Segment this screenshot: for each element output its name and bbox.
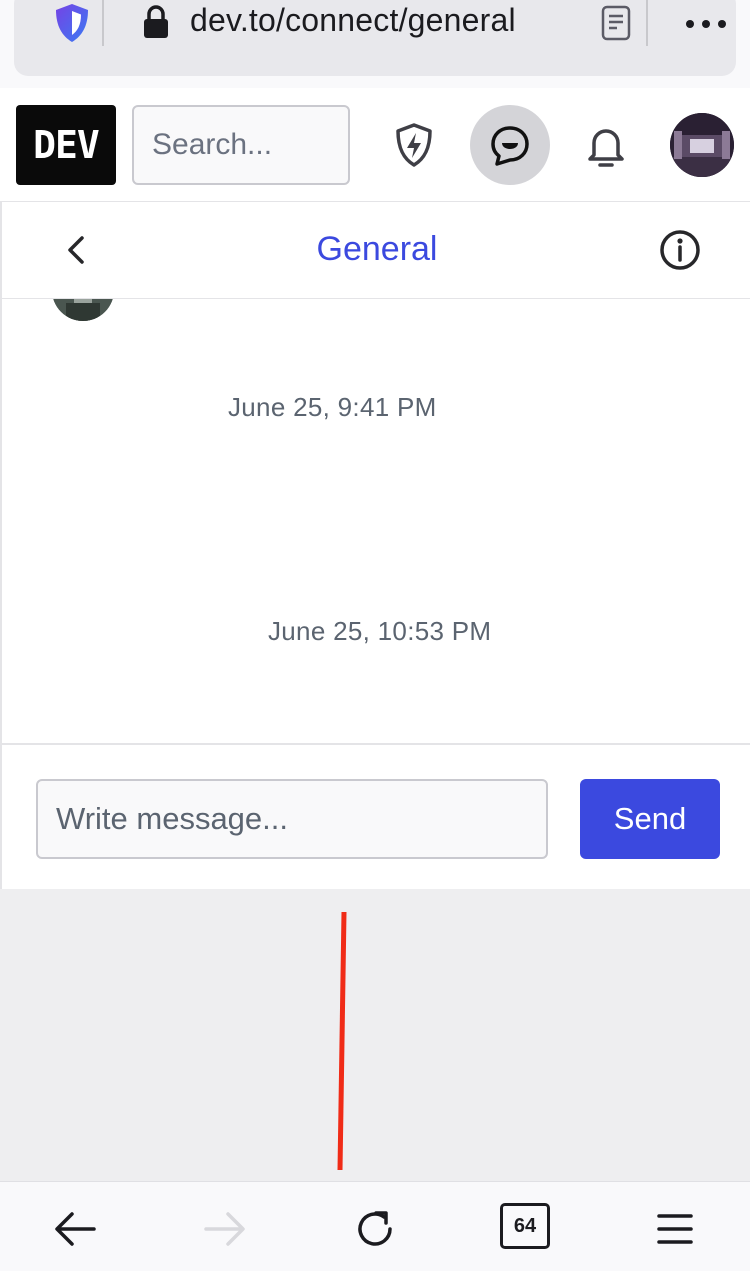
tab-count-button[interactable]: 64 bbox=[500, 1203, 550, 1249]
red-annotation-line bbox=[337, 912, 347, 1170]
message-timestamp: June 25, 9:41 PM bbox=[228, 392, 437, 422]
url-bar[interactable]: dev.to/connect/general bbox=[14, 0, 736, 76]
menu-icon[interactable] bbox=[650, 1204, 700, 1254]
user-avatar[interactable] bbox=[670, 113, 734, 177]
info-icon[interactable] bbox=[658, 228, 702, 272]
more-icon[interactable] bbox=[684, 18, 728, 30]
site-header: DEV bbox=[0, 88, 750, 202]
browser-toolbar: 64 bbox=[0, 1181, 750, 1271]
author-avatar-image bbox=[52, 299, 114, 321]
shield-icon[interactable] bbox=[54, 2, 90, 44]
reader-mode-icon[interactable] bbox=[600, 4, 632, 42]
connect-button[interactable] bbox=[470, 105, 550, 185]
chat-header: General bbox=[2, 202, 750, 299]
url-text[interactable]: dev.to/connect/general bbox=[190, 2, 516, 39]
forward-arrow-icon[interactable] bbox=[200, 1204, 250, 1254]
lightning-shield-button[interactable] bbox=[374, 105, 454, 185]
browser-top-bar: dev.to/connect/general bbox=[0, 0, 750, 88]
channel-title: General bbox=[316, 230, 438, 268]
url-bar-divider bbox=[102, 0, 104, 46]
chat-panel: General June 25, 9:41 PM June 25, 10:53 … bbox=[0, 202, 750, 889]
bell-icon bbox=[588, 129, 624, 167]
message-list-top bbox=[2, 299, 750, 329]
dev-logo[interactable]: DEV bbox=[16, 105, 116, 185]
connect-chat-icon bbox=[491, 126, 529, 166]
message-author-avatar[interactable] bbox=[52, 299, 114, 321]
back-arrow-icon[interactable] bbox=[50, 1204, 100, 1254]
avatar-image bbox=[670, 113, 734, 177]
search-input[interactable] bbox=[132, 105, 350, 185]
lock-icon[interactable] bbox=[142, 4, 170, 40]
reload-icon[interactable] bbox=[350, 1204, 400, 1254]
lightning-shield-icon bbox=[396, 123, 432, 167]
message-timestamp: June 25, 10:53 PM bbox=[268, 616, 492, 646]
message-composer: Send bbox=[2, 743, 750, 889]
message-input[interactable] bbox=[36, 779, 548, 859]
notifications-button[interactable] bbox=[566, 105, 646, 185]
url-bar-divider-right bbox=[646, 0, 648, 46]
send-button[interactable]: Send bbox=[580, 779, 720, 859]
